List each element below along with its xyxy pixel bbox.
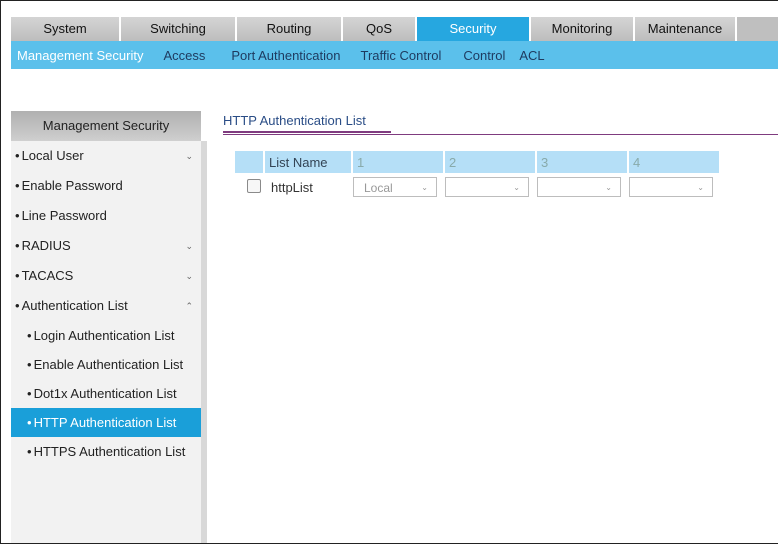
sidebar-item-enable-authentication-list[interactable]: • Enable Authentication List — [11, 350, 201, 379]
bullet-icon: • — [15, 208, 20, 223]
sidebar-item-label: RADIUS — [21, 238, 71, 253]
column-header-1: 1 — [353, 151, 443, 173]
sidebar-divider — [201, 141, 207, 543]
column-header-list-name: List Name — [265, 151, 351, 173]
tab-routing[interactable]: Routing — [237, 17, 343, 41]
sidebar-item-line-password[interactable]: • Line Password — [11, 201, 201, 231]
method-4-select[interactable]: ⌄ — [629, 177, 713, 197]
chevron-down-icon: ⌄ — [185, 241, 193, 251]
bullet-icon: • — [15, 298, 20, 313]
tab-switching[interactable]: Switching — [121, 17, 237, 41]
sidebar-header: Management Security — [11, 111, 201, 141]
bullet-icon: • — [27, 415, 32, 430]
sidebar-item-enable-password[interactable]: • Enable Password — [11, 171, 201, 201]
sidebar-item-label: Enable Password — [21, 178, 123, 193]
sidebar-item-label: HTTP Authentication List — [33, 415, 177, 430]
sidebar-item-label: Dot1x Authentication List — [33, 386, 177, 401]
method-2-cell: ⌄ — [445, 175, 535, 199]
tab-security[interactable]: Security — [417, 17, 531, 41]
sidebar-item-radius[interactable]: • RADIUS ⌄ — [11, 231, 201, 261]
table-row: httpList Local ⌄ ⌄ ⌄ ⌄ — [235, 175, 719, 199]
sidebar-item-local-user[interactable]: • Local User ⌄ — [11, 141, 201, 171]
tab-maintenance[interactable]: Maintenance — [635, 17, 737, 41]
chevron-down-icon: ⌄ — [697, 183, 704, 192]
column-header-3: 3 — [537, 151, 627, 173]
select-header — [235, 151, 263, 173]
row-checkbox[interactable] — [247, 178, 261, 193]
bullet-icon: • — [27, 328, 32, 343]
subtab-traffic-control[interactable]: Traffic Control — [361, 48, 442, 63]
column-header-4: 4 — [629, 151, 719, 173]
tab-monitoring[interactable]: Monitoring — [531, 17, 635, 41]
method-1-value: Local — [364, 181, 393, 195]
bullet-icon: • — [15, 268, 20, 283]
auth-list-table: List Name 1 2 3 4 httpList Local ⌄ ⌄ ⌄ ⌄ — [233, 149, 721, 201]
bullet-icon: • — [27, 386, 32, 401]
sidebar-item-login-authentication-list[interactable]: • Login Authentication List — [11, 321, 201, 350]
sidebar-item-http-authentication-list[interactable]: • HTTP Authentication List — [11, 408, 201, 437]
chevron-up-icon: ⌃ — [185, 301, 193, 311]
sidebar-item-label: HTTPS Authentication List — [33, 444, 186, 459]
sidebar-item-label: Local User — [21, 148, 84, 163]
sidebar-item-label: Authentication List — [21, 298, 128, 313]
sidebar-item-label: TACACS — [21, 268, 74, 283]
bullet-icon: • — [27, 444, 32, 459]
sub-nav: Management Security Access Port Authenti… — [11, 41, 778, 69]
method-2-select[interactable]: ⌄ — [445, 177, 529, 197]
row-select-cell — [235, 175, 263, 199]
method-3-select[interactable]: ⌄ — [537, 177, 621, 197]
tab-qos[interactable]: QoS — [343, 17, 417, 41]
method-1-select[interactable]: Local ⌄ — [353, 177, 437, 197]
list-name-cell: httpList — [271, 179, 313, 195]
chevron-down-icon: ⌄ — [421, 183, 428, 192]
bullet-icon: • — [15, 178, 20, 193]
bullet-icon: • — [15, 148, 20, 163]
subtab-access[interactable]: Access — [163, 48, 205, 63]
subtab-control[interactable]: Control — [463, 48, 505, 63]
subtab-port-authentication[interactable]: Port Authentication — [231, 48, 340, 63]
column-header-2: 2 — [445, 151, 535, 173]
chevron-down-icon: ⌄ — [513, 183, 520, 192]
page-title: HTTP Authentication List — [223, 113, 366, 128]
divider — [223, 134, 778, 135]
sidebar-item-dot1x-authentication-list[interactable]: • Dot1x Authentication List — [11, 379, 201, 408]
subtab-acl[interactable]: ACL — [519, 48, 544, 63]
chevron-down-icon: ⌄ — [185, 271, 193, 281]
bullet-icon: • — [15, 238, 20, 253]
top-nav: System Switching Routing QoS Security Mo… — [11, 17, 778, 41]
method-3-cell: ⌄ — [537, 175, 627, 199]
sidebar-item-authentication-list[interactable]: • Authentication List ⌃ — [11, 291, 201, 321]
sidebar-item-label: Login Authentication List — [33, 328, 175, 343]
app-frame: System Switching Routing QoS Security Mo… — [0, 0, 778, 544]
subtab-management-security[interactable]: Management Security — [17, 48, 143, 63]
table-header-row: List Name 1 2 3 4 — [235, 151, 719, 173]
sidebar-item-label: Line Password — [21, 208, 107, 223]
sidebar: Management Security • Local User ⌄ • Enabl… — [11, 111, 201, 543]
method-4-cell: ⌄ — [629, 175, 719, 199]
tab-system[interactable]: System — [11, 17, 121, 41]
method-1-cell: Local ⌄ — [353, 175, 443, 199]
chevron-down-icon: ⌄ — [185, 151, 193, 161]
chevron-down-icon: ⌄ — [605, 183, 612, 192]
sidebar-item-label: Enable Authentication List — [33, 357, 184, 372]
sidebar-item-https-authentication-list[interactable]: • HTTPS Authentication List — [11, 437, 201, 466]
sidebar-item-tacacs[interactable]: • TACACS ⌄ — [11, 261, 201, 291]
bullet-icon: • — [27, 357, 32, 372]
title-underline — [223, 131, 391, 133]
